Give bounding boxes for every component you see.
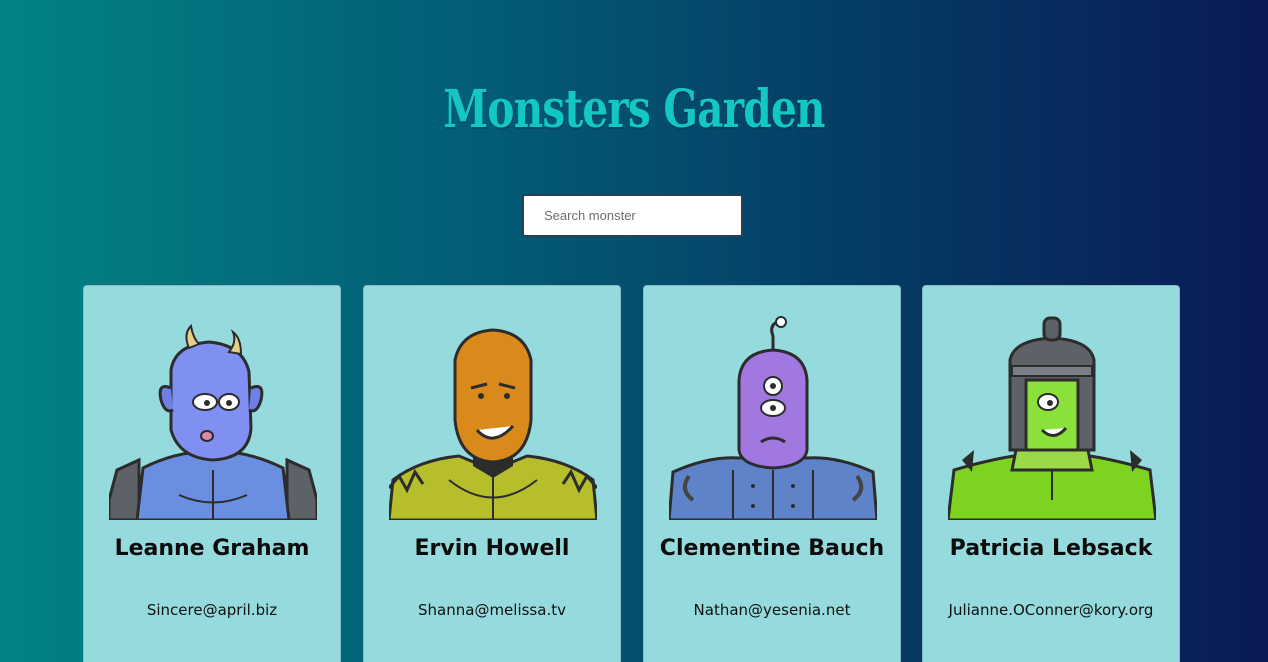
search-input[interactable] (522, 194, 743, 237)
purple-cyclops-monster-icon (669, 316, 877, 520)
monster-email: Nathan@yesenia.net (693, 601, 851, 619)
monster-card[interactable]: Ervin Howell Shanna@melissa.tv (363, 285, 621, 662)
page-title: Monsters Garden (443, 78, 825, 140)
orange-masked-monster-icon (389, 328, 597, 520)
monster-name: Patricia Lebsack (949, 536, 1153, 561)
green-robot-monster-icon (948, 316, 1156, 520)
monster-card[interactable]: Clementine Bauch Nathan@yesenia.net (643, 285, 901, 662)
monster-email: Shanna@melissa.tv (418, 601, 566, 619)
blue-horned-monster-icon (109, 323, 317, 520)
monster-card-list: Leanne Graham Sincere@april.biz Ervin Ho… (83, 285, 1183, 662)
monster-name: Clementine Bauch (659, 536, 885, 561)
monster-card[interactable]: Leanne Graham Sincere@april.biz (83, 285, 341, 662)
monster-name: Leanne Graham (114, 536, 310, 561)
monster-email: Sincere@april.biz (146, 601, 278, 619)
monster-email: Julianne.OConner@kory.org (948, 601, 1154, 619)
monster-card[interactable]: Patricia Lebsack Julianne.OConner@kory.o… (922, 285, 1180, 662)
monster-name: Ervin Howell (414, 536, 570, 561)
